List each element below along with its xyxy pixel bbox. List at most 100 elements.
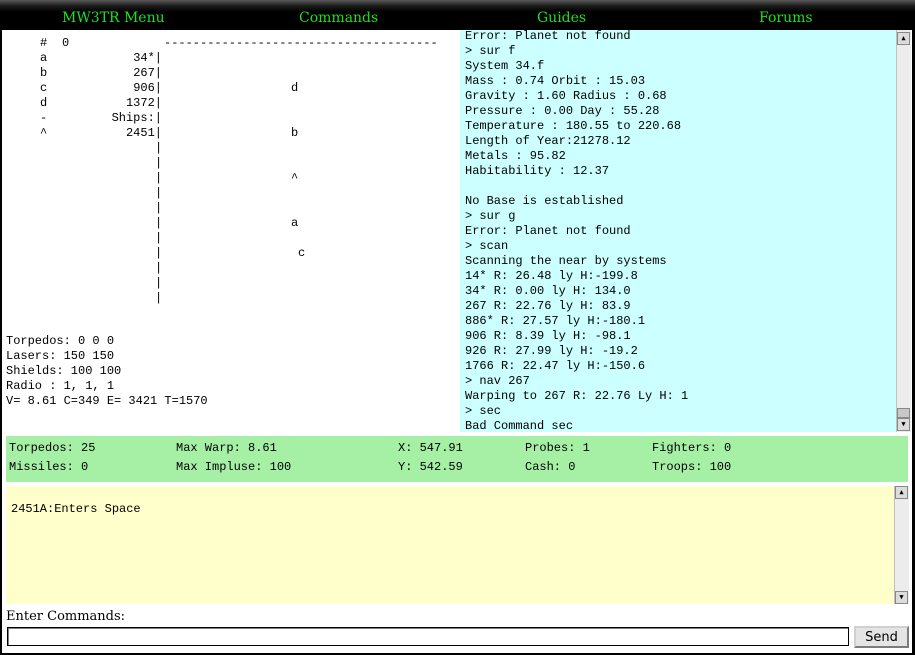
log-line: Mass : 0.74 Orbit : 15.03 [465,74,646,88]
log-line: 926 R: 27.99 ly H: -19.2 [465,344,638,358]
sector-map-panel: # 0 ------------------------------------… [4,32,460,432]
map-header-dashes: -------------------------------------- [164,36,438,50]
map-row-key: ^ [40,126,48,140]
map-header: # 0 ------------------------------------… [4,36,460,51]
map-pipe: | [155,291,163,305]
map-grid-row: | [4,276,460,291]
map-marker-caret: ^ [291,171,299,185]
log-line: 34* R: 0.00 ly H: 134.0 [465,284,631,298]
status-missiles: Missiles: 0 [9,460,89,474]
ship-stat-lasers: Lasers: 150 150 [6,349,115,363]
map-pipe: | [155,261,163,275]
scroll-up-icon[interactable]: ▲ [895,486,908,499]
map-grid-row: | [4,156,460,171]
message-line: 2451A:Enters Space [11,502,141,516]
map-pipe: | [155,186,163,200]
map-pipe: | [155,231,163,245]
map-grid-row: | [4,186,460,201]
log-line: Habitability : 12.37 [465,164,610,178]
map-marker-a: a [291,216,299,230]
map-grid-row: | [4,201,460,216]
map-grid-row: | [4,261,460,276]
map-marker-c: c [298,246,306,260]
log-line: Length of Year:21278.12 [465,134,631,148]
status-cash: Cash: 0 [525,460,576,474]
menu-item-mw3tr-menu[interactable]: MW3TR Menu [62,9,165,27]
status-probes: Probes: 1 [525,441,590,455]
status-x: X: 547.91 [398,441,463,455]
map-header-hash: # [40,36,48,50]
log-line: Warping to 267 R: 22.76 Ly H: 1 [465,389,689,403]
log-line: 886* R: 27.57 ly H:-180.1 [465,314,646,328]
status-max-warp: Max Warp: 8.61 [176,441,277,455]
ship-stat-vector: V= 8.61 C=349 E= 3421 T=1570 [6,394,208,408]
map-pipe: | [155,141,163,155]
log-scrollbar[interactable]: ▲ ▼ [896,30,911,432]
status-y: Y: 542.59 [398,460,463,474]
status-troops: Troops: 100 [652,460,732,474]
map-row: ^ 2451| b [4,126,460,141]
ship-stat-torpedos: Torpedos: 0 0 0 [6,334,115,348]
log-line: > scan [465,239,509,253]
log-line: 906 R: 8.39 ly H: -98.1 [465,329,631,343]
log-line: > nav 267 [465,374,530,388]
log-line: 267 R: 22.76 ly H: 83.9 [465,299,631,313]
status-torpedos: Torpedos: 25 [9,441,96,455]
map-row-key: a [40,51,48,65]
map-pipe: | [155,171,163,185]
log-line: Temperature : 180.55 to 220.68 [465,119,682,133]
map-row-value: 906| [133,81,162,95]
map-row: d 1372| [4,96,460,111]
send-button[interactable]: Send [854,626,909,648]
map-grid-row: | [4,291,460,306]
log-line: Scanning the near by systems [465,254,667,268]
map-grid-row: | [4,231,460,246]
log-line: Error: Planet not found [465,224,631,238]
menu-item-commands[interactable]: Commands [299,9,378,27]
command-input[interactable] [7,627,849,646]
map-pipe: | [155,156,163,170]
log-line: Gravity : 1.60 Radius : 0.68 [465,89,667,103]
ship-stat-radio: Radio : 1, 1, 1 [6,379,115,393]
log-line: Error: Planet not found [465,30,631,43]
map-pipe: | [155,246,163,260]
map-row: b 267| [4,66,460,81]
log-line: No Base is established [465,194,624,208]
map-grid-row: | a [4,216,460,231]
menu-item-forums[interactable]: Forums [759,9,813,27]
ship-stats: Torpedos: 0 0 0 Lasers: 150 150 Shields: 1… [6,334,208,409]
log-line: > sur f [465,44,516,58]
map-row: c 906| d [4,81,460,96]
map-pipe: | [155,201,163,215]
log-scroll-thumb[interactable] [897,408,910,418]
map-header-zero: 0 [62,36,70,50]
map-row-key: b [40,66,48,80]
scroll-down-icon[interactable]: ▼ [895,591,908,604]
log-line: 1766 R: 22.47 ly H:-150.6 [465,359,646,373]
game-frame: # 0 ------------------------------------… [2,30,912,653]
map-grid-row: | c [4,246,460,261]
scroll-down-icon[interactable]: ▼ [897,418,910,431]
map-grid-row: | [4,141,460,156]
map-row-value: 34*| [133,51,162,65]
menu-bar: MW3TR Menu Commands Guides Forums [0,0,915,30]
map-pipe: | [155,276,163,290]
map-row-value: Ships:| [111,111,162,125]
ship-stat-shields: Shields: 100 100 [6,364,122,378]
scroll-up-icon[interactable]: ▲ [897,32,910,45]
map-marker-b: b [291,126,299,140]
map-grid-row: | ^ [4,171,460,186]
menu-item-guides[interactable]: Guides [537,9,586,27]
map-pipe: | [155,216,163,230]
map-row-value: 1372| [125,96,162,110]
map-marker-d: d [291,81,299,95]
map-row-value: 2451| [125,126,162,140]
log-line: Metals : 95.82 [465,149,566,163]
status-max-impulse: Max Impluse: 100 [176,460,292,474]
map-row-key: - [40,111,48,125]
status-fighters: Fighters: 0 [652,441,732,455]
log-line: > sur g [465,209,516,223]
message-scrollbar[interactable]: ▲ ▼ [894,486,909,604]
log-line: System 34.f [465,59,545,73]
